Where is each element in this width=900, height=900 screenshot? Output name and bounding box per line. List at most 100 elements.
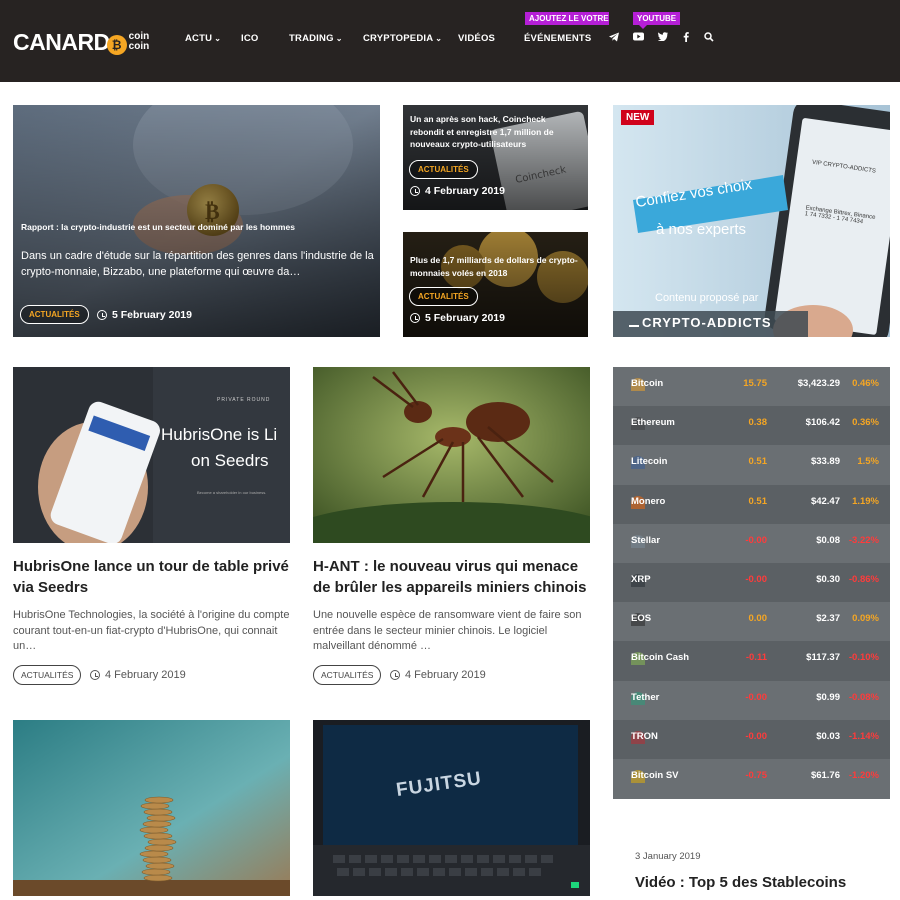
ticker-row[interactable]: EOS 0.00 $2.37 0.09% — [613, 602, 890, 641]
ticker-pct: 0.46% — [852, 378, 879, 389]
nav-label: ÉVÉNEMENTS — [524, 33, 592, 44]
telegram-icon[interactable] — [608, 32, 620, 45]
ticker-change: 0.00 — [748, 613, 768, 625]
category-badge[interactable]: ACTUALITÉS — [20, 305, 89, 324]
card-2-image[interactable] — [313, 367, 590, 543]
ticker-change: 0.38 — [748, 417, 768, 429]
ticker-change: 0.51 — [748, 495, 768, 507]
youtube-badge[interactable]: YOUTUBE — [633, 12, 681, 29]
clock-icon — [97, 310, 107, 320]
ticker-row[interactable]: Ethereum 0.38 $106.42 0.36% — [613, 406, 890, 446]
category-badge[interactable]: ACTUALITÉS — [409, 160, 478, 179]
bottom-card-1-image[interactable] — [13, 720, 290, 896]
hero-main-excerpt: Dans un cadre d'étude sur la répartition… — [21, 250, 374, 278]
logo-wordmark: CANARD — [13, 28, 110, 55]
hero-side-1-title[interactable]: Un an après son hack, Coincheck rebondit… — [410, 113, 580, 151]
nav-cryptopedia[interactable]: CRYPTOPEDIA ⌄ — [363, 33, 442, 44]
clock-icon — [410, 313, 420, 323]
ticker-price: $0.30 — [816, 574, 840, 585]
ticker-row[interactable]: Bitcoin Cash -0.11 $117.37 -0.10% — [613, 641, 890, 681]
ticker-row[interactable]: Stellar -0.00 $0.08 -3.22% — [613, 524, 890, 563]
ticker-row[interactable]: Tether -0.00 $0.99 -0.08% — [613, 681, 890, 720]
youtube-icon[interactable] — [632, 32, 644, 44]
ticker-row[interactable]: XRP -0.00 $0.30 -0.86% — [613, 563, 890, 603]
video-title[interactable]: Vidéo : Top 5 des Stablecoins — [635, 874, 846, 891]
post-date: 4 February 2019 — [390, 669, 486, 681]
ticker-change: -0.00 — [745, 730, 767, 742]
ticker-row[interactable]: TRON -0.00 $0.03 -1.14% — [613, 719, 890, 759]
ticker-change: 15.75 — [743, 378, 767, 389]
site-logo[interactable]: CANARD ₿ coin coin — [13, 28, 149, 56]
ticker-name: Stellar — [631, 534, 661, 546]
card-2-title[interactable]: H-ANT : le nouveau virus qui menace de b… — [313, 556, 593, 598]
new-badge: NEW — [621, 110, 655, 125]
laptop-image — [313, 720, 590, 896]
card-1-image[interactable]: PRIVATE ROUND HubrisOne is Li on Seedrs … — [13, 367, 290, 543]
ticker-price: $0.99 — [816, 691, 840, 703]
nav-label: ACTU — [185, 33, 213, 44]
ticker-price: $117.37 — [806, 652, 840, 664]
ticker-pct: 1.5% — [857, 456, 879, 468]
facebook-icon[interactable] — [680, 32, 692, 45]
ticker-row[interactable]: Bitcoin 15.75 $3,423.29 0.46% — [613, 367, 890, 406]
nav-evenements[interactable]: ÉVÉNEMENTS — [524, 33, 591, 44]
chevron-down-icon: ⌄ — [214, 34, 222, 43]
ticker-row[interactable]: Litecoin 0.51 $33.89 1.5% — [613, 445, 890, 484]
ad-line-2: à nos experts — [656, 221, 747, 238]
hero-side-2-title[interactable]: Plus de 1,7 milliards de dollars de cryp… — [410, 254, 580, 279]
card-1-title[interactable]: HubrisOne lance un tour de table privé v… — [13, 556, 293, 598]
image-caption-4: Become a shareholder in our business. — [197, 490, 267, 495]
ticker-name: Ethereum — [631, 417, 675, 429]
bottom-card-2-image[interactable]: FUJITSU — [313, 720, 590, 896]
logo-sub-2: coin — [128, 41, 150, 52]
ad-banner[interactable]: NEW Confiez vos choix à nos experts Cont… — [613, 105, 890, 337]
ticker-pct: -0.86% — [848, 574, 879, 585]
logo-coin-icon: ₿ — [106, 35, 127, 55]
image-caption-1: PRIVATE ROUND — [217, 397, 271, 403]
post-date: 4 February 2019 — [90, 669, 186, 681]
logo-sub: coin coin — [129, 32, 150, 52]
ticker-name: XRP — [631, 574, 651, 585]
ticker-name: Bitcoin SV — [631, 770, 679, 781]
ticker-price: $2.37 — [816, 613, 840, 625]
hero-main-title[interactable]: Rapport : la crypto-industrie est un sec… — [21, 222, 371, 232]
ticker-row[interactable]: Bitcoin SV -0.75 $61.76 -1.20% — [613, 759, 890, 798]
add-event-badge[interactable]: AJOUTEZ LE VOTRE — [525, 12, 609, 25]
ticker-row[interactable]: Monero 0.51 $42.47 1.19% — [613, 484, 890, 524]
nav-trading[interactable]: TRADING ⌄ — [289, 33, 343, 44]
nav-videos[interactable]: VIDÉOS — [458, 33, 495, 44]
twitter-icon[interactable] — [657, 32, 669, 44]
nav-actu[interactable]: ACTU ⌄ — [185, 33, 221, 44]
date-text: 4 February 2019 — [105, 669, 186, 681]
ticker-price: $106.42 — [805, 417, 840, 429]
nav-label: VIDÉOS — [458, 33, 496, 44]
ticker-change: 0.51 — [748, 456, 768, 468]
card-2-excerpt: Une nouvelle espèce de ransomware vient … — [313, 609, 582, 652]
coin-stack-image — [13, 720, 290, 896]
hero-main-article[interactable]: ₿ Rapport : la crypto-industrie est un s… — [13, 105, 380, 337]
ticker-price: $0.08 — [816, 534, 840, 546]
category-badge[interactable]: ACTUALITÉS — [13, 665, 82, 685]
nav-label: CRYPTOPEDIA — [363, 33, 434, 44]
search-icon[interactable] — [703, 32, 715, 45]
ticker-pct: 1.19% — [852, 495, 879, 507]
card-1-excerpt: HubrisOne Technologies, la société à l'o… — [13, 609, 290, 652]
nav-ico[interactable]: ICO — [241, 33, 259, 44]
category-badge[interactable]: ACTUALITÉS — [409, 287, 478, 306]
image-caption-3: on Seedrs — [191, 451, 269, 470]
image-caption-2: HubrisOne is Li — [161, 425, 278, 444]
ticker-pct: -0.10% — [848, 652, 879, 664]
clock-icon — [390, 670, 400, 680]
ticker-pct: -1.14% — [848, 730, 879, 742]
hero-side-article-1[interactable]: Coincheck Un an après son hack, Coinchec… — [403, 105, 588, 210]
phone-screen-text: VIP CRYPTO-ADDICTS Exchange Bittrex, Bin… — [804, 160, 890, 229]
hero-side-article-2[interactable]: Plus de 1,7 milliards de dollars de cryp… — [403, 232, 588, 337]
ticker-pct: 0.36% — [852, 417, 879, 429]
ticker-price: $3,423.29 — [797, 378, 840, 389]
ticker-pct: -1.20% — [848, 770, 879, 781]
chevron-down-icon: ⌄ — [435, 34, 443, 43]
ad-brand: CRYPTO-ADDICTS — [629, 315, 772, 330]
ticker-name: Litecoin — [631, 456, 668, 468]
ticker-pct: -0.08% — [848, 691, 879, 703]
category-badge[interactable]: ACTUALITÉS — [313, 665, 382, 685]
